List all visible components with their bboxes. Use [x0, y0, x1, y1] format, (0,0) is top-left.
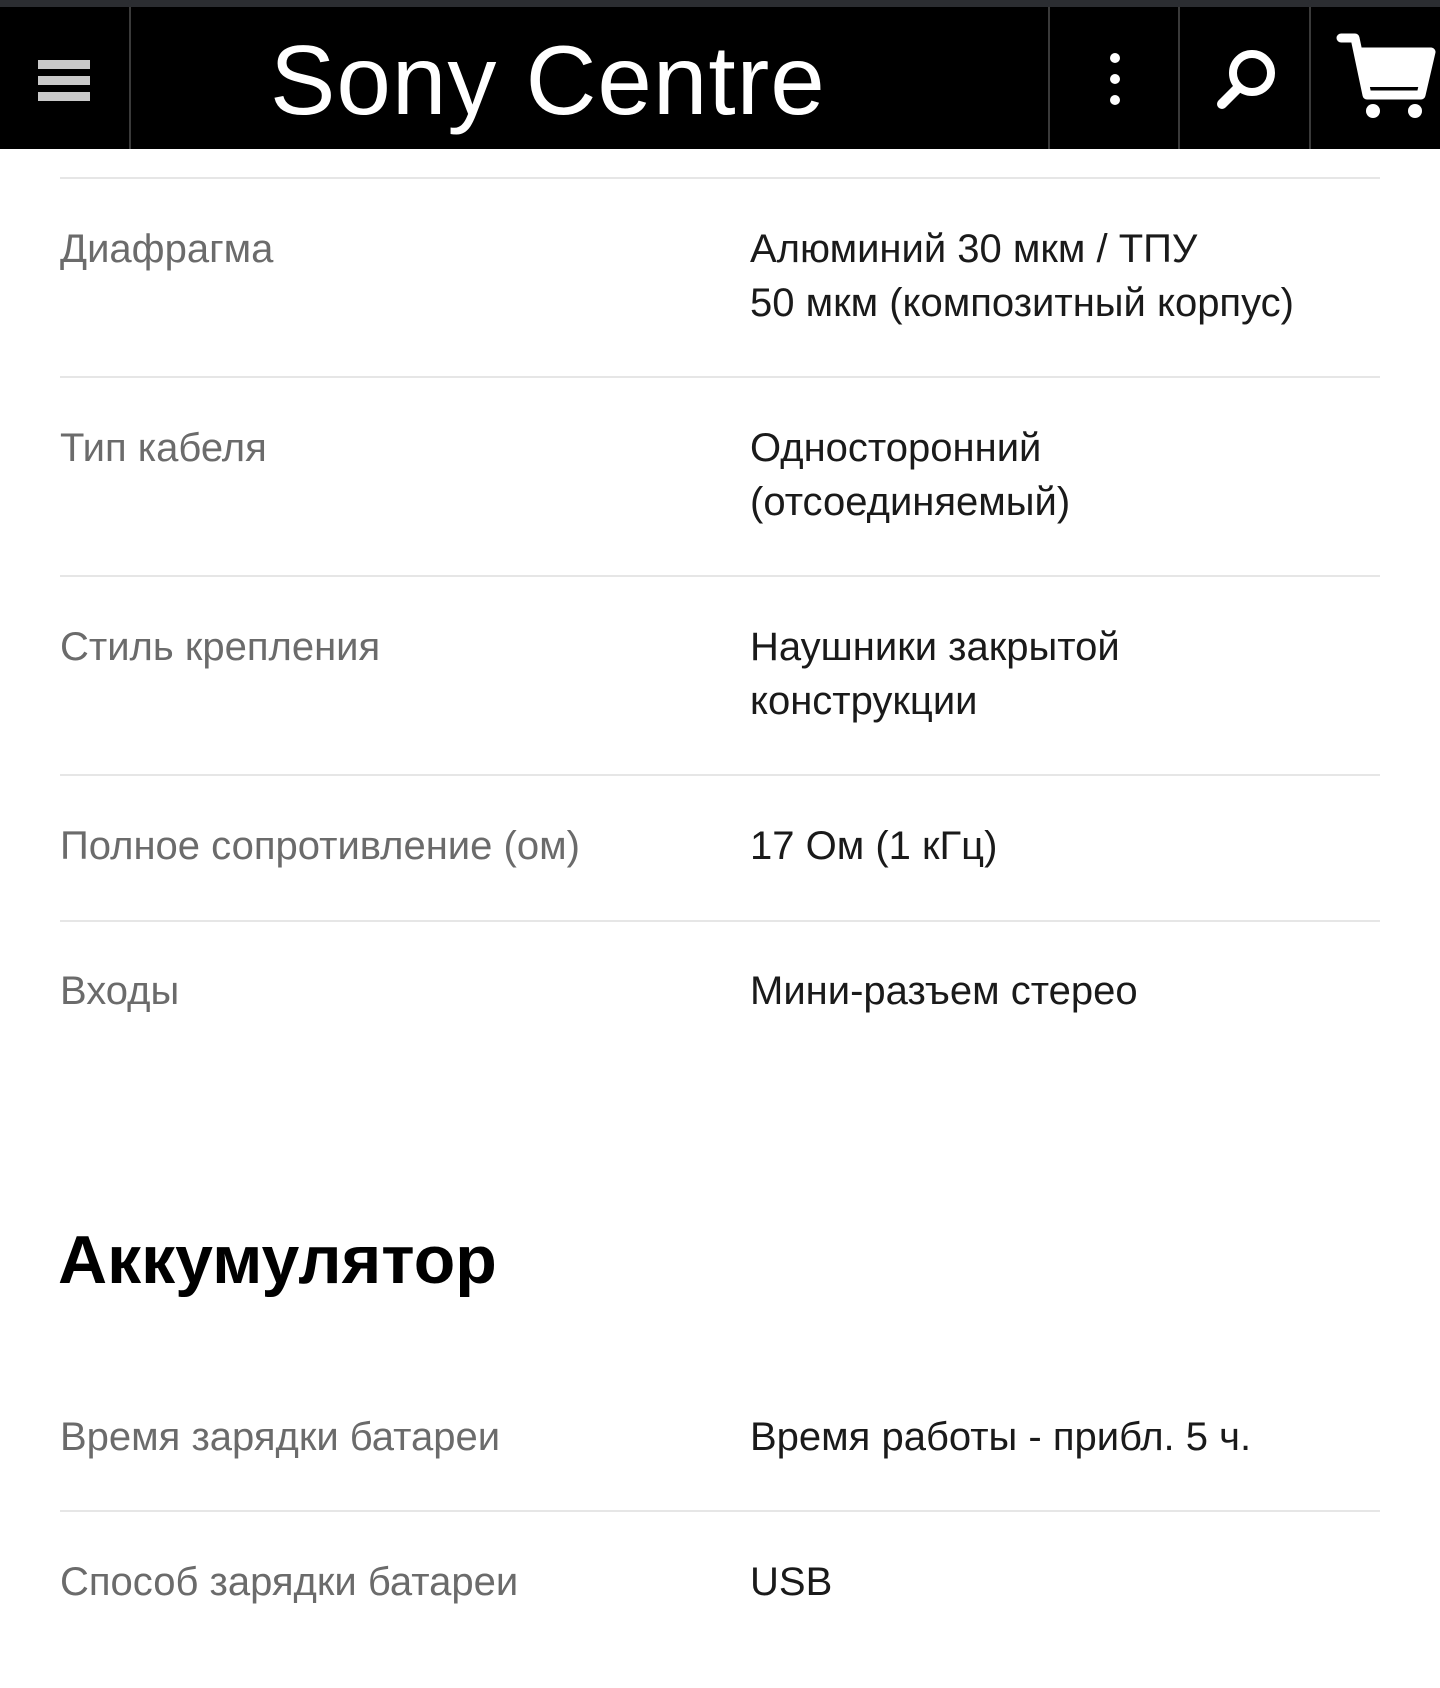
- spec-label-charge-time: Время зарядки батареи: [60, 1415, 501, 1459]
- spec-label-diaphragm: Диафрагма: [60, 227, 274, 271]
- spec-label-charge-method: Способ зарядки батареи: [60, 1560, 519, 1604]
- spec-value-impedance: 17 Ом (1 кГц): [750, 824, 998, 868]
- row-divider: [60, 1510, 1380, 1512]
- spec-value-mount-style: Наушники закрытой конструкции: [750, 625, 1120, 723]
- search-icon[interactable]: [1180, 7, 1310, 149]
- site-header: Sony Centre: [0, 7, 1440, 149]
- section-title-battery: Аккумулятор: [58, 1222, 497, 1298]
- spec-value-diaphragm: Алюминий 30 мкм / ТПУ 50 мкм (композитны…: [750, 227, 1294, 325]
- row-divider: [60, 177, 1380, 179]
- row-divider: [60, 920, 1380, 922]
- spec-label-cable-type: Тип кабеля: [60, 426, 267, 470]
- row-divider: [60, 575, 1380, 577]
- spec-value-charge-method: USB: [750, 1560, 833, 1604]
- spec-value-inputs: Мини-разъем стерео: [750, 969, 1138, 1013]
- site-logo[interactable]: Sony Centre: [270, 25, 826, 135]
- row-divider: [60, 376, 1380, 378]
- spec-label-mount-style: Стиль крепления: [60, 625, 381, 669]
- spec-label-inputs: Входы: [60, 969, 180, 1013]
- row-divider: [60, 774, 1380, 776]
- hamburger-menu-icon[interactable]: [38, 60, 90, 102]
- status-strip: [0, 0, 1440, 7]
- more-vertical-icon[interactable]: [1050, 7, 1180, 149]
- shopping-cart-icon[interactable]: [1311, 7, 1440, 149]
- header-separator: [129, 7, 131, 149]
- spec-value-cable-type: Односторонний (отсоединяемый): [750, 426, 1071, 524]
- spec-value-charge-time: Время работы - прибл. 5 ч.: [750, 1415, 1252, 1459]
- spec-label-impedance: Полное сопротивление (ом): [60, 824, 580, 868]
